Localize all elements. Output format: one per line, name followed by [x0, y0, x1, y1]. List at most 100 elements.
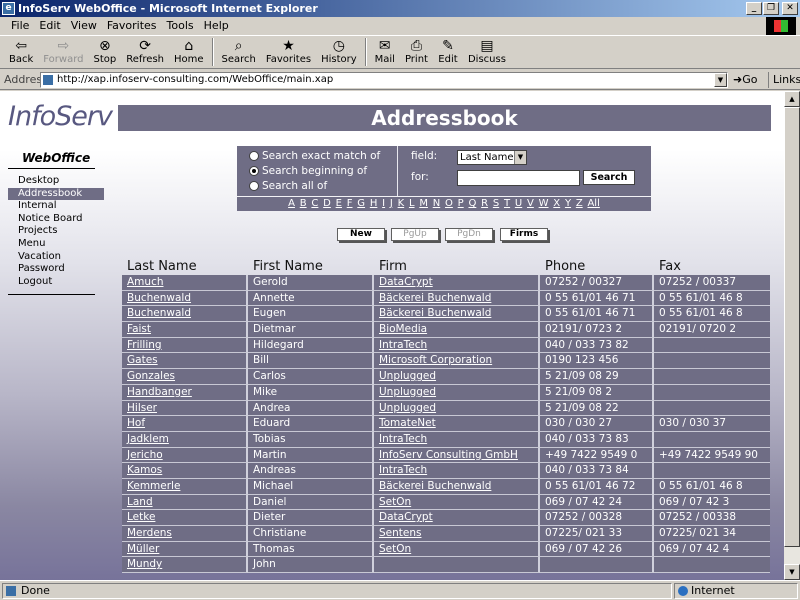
alpha-link[interactable]: I: [382, 197, 385, 211]
radio-beginning[interactable]: [249, 166, 259, 176]
alpha-link[interactable]: H: [370, 197, 378, 211]
alpha-link[interactable]: B: [300, 197, 307, 211]
cell-last-name[interactable]: Gates: [122, 353, 248, 370]
alpha-link[interactable]: U: [515, 197, 522, 211]
nav-item-vacation[interactable]: Vacation: [8, 251, 104, 264]
alpha-link[interactable]: K: [398, 197, 405, 211]
alpha-link[interactable]: X: [553, 197, 560, 211]
scroll-down-icon[interactable]: ▼: [784, 564, 800, 580]
pgup-button[interactable]: PgUp: [391, 228, 439, 241]
menu-view[interactable]: View: [66, 17, 102, 35]
alpha-link[interactable]: M: [419, 197, 428, 211]
alpha-link[interactable]: V: [527, 197, 534, 211]
firms-button[interactable]: Firms: [500, 228, 548, 241]
alpha-link[interactable]: Z: [576, 197, 583, 211]
scroll-thumb[interactable]: [784, 107, 800, 547]
cell-firm[interactable]: DataCrypt: [374, 510, 540, 526]
vertical-scrollbar[interactable]: ▲ ▼: [784, 91, 800, 580]
alpha-link[interactable]: E: [336, 197, 342, 211]
cell-firm[interactable]: BioMedia: [374, 322, 540, 338]
edit-button[interactable]: ✎ Edit: [433, 36, 463, 68]
alpha-link[interactable]: Q: [468, 197, 476, 211]
close-button[interactable]: ✕: [782, 2, 798, 15]
cell-last-name[interactable]: Jadklem: [122, 431, 248, 448]
alpha-link[interactable]: N: [433, 197, 440, 211]
nav-item-password[interactable]: Password: [8, 263, 104, 276]
history-button[interactable]: ◷ History: [316, 36, 362, 68]
cell-last-name[interactable]: Hilser: [122, 400, 248, 417]
cell-last-name[interactable]: Gonzales: [122, 369, 248, 385]
cell-last-name[interactable]: Letke: [122, 510, 248, 526]
alpha-link[interactable]: T: [504, 197, 510, 211]
cell-firm[interactable]: InfoServ Consulting GmbH: [374, 447, 540, 464]
cell-firm[interactable]: SetOn: [374, 494, 540, 511]
cell-last-name[interactable]: Kamos: [122, 463, 248, 479]
alpha-link[interactable]: C: [311, 197, 318, 211]
cell-firm[interactable]: Unplugged: [374, 400, 540, 417]
cell-last-name[interactable]: Hof: [122, 416, 248, 432]
search-submit-button[interactable]: Search: [583, 170, 635, 185]
cell-firm[interactable]: TomateNet: [374, 416, 540, 432]
cell-last-name[interactable]: Faist: [122, 322, 248, 338]
back-button[interactable]: ⇦ Back: [4, 36, 38, 68]
cell-last-name[interactable]: Handbanger: [122, 384, 248, 401]
alpha-link[interactable]: A: [288, 197, 295, 211]
nav-item-desktop[interactable]: Desktop: [8, 175, 104, 188]
go-button[interactable]: ➜Go: [733, 73, 757, 86]
cell-last-name[interactable]: Merdens: [122, 526, 248, 542]
new-button[interactable]: New: [337, 228, 385, 241]
restore-button[interactable]: ❐: [763, 2, 779, 15]
cell-last-name[interactable]: Land: [122, 494, 248, 511]
radio-exact[interactable]: [249, 151, 259, 161]
cell-firm[interactable]: Bäckerei Buchenwald: [374, 306, 540, 323]
nav-item-projects[interactable]: Projects: [8, 225, 104, 238]
alpha-link[interactable]: P: [458, 197, 464, 211]
alpha-link[interactable]: O: [445, 197, 453, 211]
menu-favorites[interactable]: Favorites: [102, 17, 162, 35]
cell-last-name[interactable]: Buchenwald: [122, 306, 248, 323]
alpha-link[interactable]: L: [409, 197, 415, 211]
discuss-button[interactable]: ▤ Discuss: [463, 36, 511, 68]
forward-button[interactable]: ⇨ Forward: [38, 36, 88, 68]
print-button[interactable]: ⎙ Print: [400, 36, 433, 68]
menu-help[interactable]: Help: [199, 17, 234, 35]
menu-tools[interactable]: Tools: [162, 17, 199, 35]
nav-item-notice-board[interactable]: Notice Board: [8, 213, 104, 226]
pgdn-button[interactable]: PgDn: [445, 228, 493, 241]
cell-firm[interactable]: SetOn: [374, 541, 540, 558]
nav-item-logout[interactable]: Logout: [8, 276, 104, 289]
search-option-exact[interactable]: Search exact match of: [249, 150, 380, 162]
cell-firm[interactable]: IntraTech: [374, 337, 540, 354]
alpha-link[interactable]: G: [357, 197, 365, 211]
alpha-link-all[interactable]: All: [587, 197, 599, 211]
field-select[interactable]: Last Name ▼: [457, 150, 527, 165]
cell-firm[interactable]: Unplugged: [374, 369, 540, 385]
cell-last-name[interactable]: Mundy: [122, 557, 248, 574]
cell-last-name[interactable]: Kemmerle: [122, 478, 248, 495]
cell-last-name[interactable]: Jericho: [122, 447, 248, 464]
cell-last-name[interactable]: Amuch: [122, 275, 248, 291]
alpha-link[interactable]: J: [390, 197, 393, 211]
cell-firm[interactable]: Unplugged: [374, 384, 540, 401]
cell-firm[interactable]: Microsoft Corporation: [374, 353, 540, 370]
radio-all[interactable]: [249, 181, 259, 191]
search-input[interactable]: [457, 170, 580, 186]
links-button[interactable]: Links: [768, 72, 800, 88]
nav-item-internal[interactable]: Internal: [8, 200, 104, 213]
menu-edit[interactable]: Edit: [34, 17, 65, 35]
refresh-button[interactable]: ⟳ Refresh: [121, 36, 169, 68]
cell-firm[interactable]: DataCrypt: [374, 275, 540, 291]
cell-firm[interactable]: Sentens: [374, 526, 540, 542]
cell-firm[interactable]: IntraTech: [374, 463, 540, 479]
cell-firm[interactable]: Bäckerei Buchenwald: [374, 478, 540, 495]
alpha-link[interactable]: W: [539, 197, 549, 211]
home-button[interactable]: ⌂ Home: [169, 36, 209, 68]
cell-last-name[interactable]: Müller: [122, 541, 248, 558]
alpha-link[interactable]: R: [481, 197, 488, 211]
search-option-all[interactable]: Search all of: [249, 180, 327, 192]
cell-last-name[interactable]: Buchenwald: [122, 290, 248, 307]
alpha-link[interactable]: D: [323, 197, 331, 211]
nav-item-addressbook[interactable]: Addressbook: [8, 187, 104, 201]
alpha-link[interactable]: S: [493, 197, 499, 211]
address-input[interactable]: http://xap.infoserv-consulting.com/WebOf…: [40, 72, 728, 88]
